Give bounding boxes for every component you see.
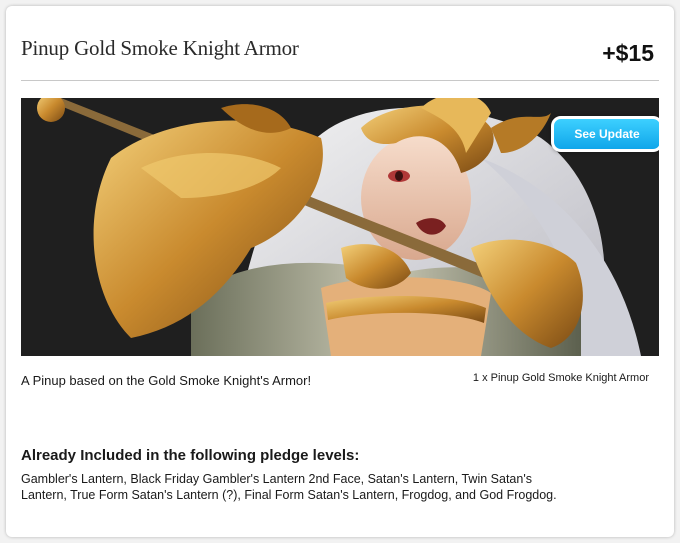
included-pledge-levels: Gambler's Lantern, Black Friday Gambler'… <box>21 472 557 502</box>
reward-description: A Pinup based on the Gold Smoke Knight's… <box>21 373 312 388</box>
included-heading: Already Included in the following pledge… <box>21 447 360 464</box>
divider <box>21 80 659 81</box>
reward-title: Pinup Gold Smoke Knight Armor <box>21 36 299 60</box>
reward-price: +$15 <box>602 40 654 66</box>
reward-card: Pinup Gold Smoke Knight Armor +$15 See U… <box>6 6 674 537</box>
see-update-button[interactable]: See Update <box>551 116 659 152</box>
reward-image: See Update <box>21 98 659 356</box>
reward-quantity: 1 x Pinup Gold Smoke Knight Armor <box>472 372 649 384</box>
